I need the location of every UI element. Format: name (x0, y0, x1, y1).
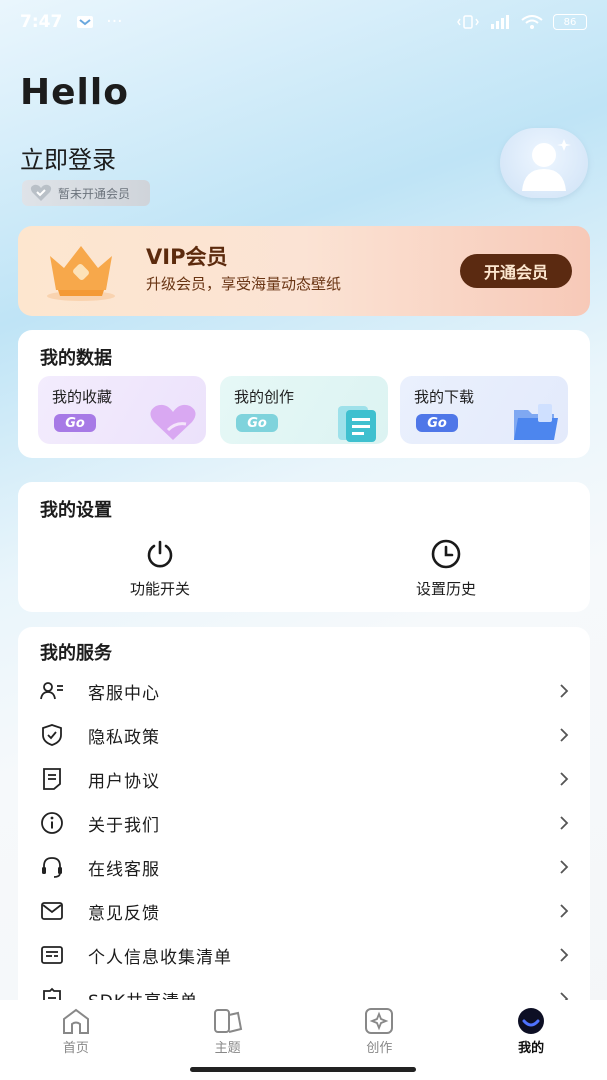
nav-theme-label: 主题 (214, 1040, 241, 1056)
mail-icon (41, 902, 63, 920)
go-badge: Go (416, 414, 458, 432)
chevron-right-icon (560, 772, 569, 786)
my-services-section: 我的服务 客服中心 隐私政策 用户协议 关于我们 在线客服 意见反馈 个人信息收… (18, 627, 590, 1047)
nav-create[interactable]: 创作 (304, 1007, 454, 1056)
service-item-about-us[interactable]: 关于我们 (40, 803, 570, 843)
home-icon (62, 1008, 89, 1034)
nav-home[interactable]: 首页 (1, 1007, 151, 1056)
status-time: 7:47 (20, 12, 63, 32)
chevron-right-icon (560, 904, 569, 918)
vip-crown-icon (47, 246, 115, 301)
id-card-icon (41, 946, 63, 964)
chevron-right-icon (560, 860, 569, 874)
profile-icon (518, 1007, 545, 1034)
service-label: 关于我们 (88, 815, 160, 836)
avatar[interactable] (500, 128, 588, 198)
nav-profile-label: 我的 (518, 1040, 545, 1056)
my-downloads-card[interactable]: 我的下载 Go (400, 376, 568, 444)
service-label: 客服中心 (88, 683, 160, 704)
nav-profile[interactable]: 我的 (456, 1007, 606, 1056)
bottom-navigation: 首页 主题 创作 我的 (0, 1000, 607, 1062)
chevron-right-icon (560, 684, 569, 698)
avatar-user-icon (522, 139, 571, 191)
my-data-section: 我的数据 我的收藏 Go 我的创作 Go 我的下载 Go (18, 330, 590, 458)
chevron-right-icon (560, 816, 569, 830)
service-label: 个人信息收集清单 (88, 947, 232, 968)
service-label: 用户协议 (88, 771, 160, 792)
status-bar: 7:47 ··· 86 (0, 0, 607, 44)
service-item-feedback[interactable]: 意见反馈 (40, 891, 570, 931)
folder-icon (514, 404, 558, 440)
notification-icon (77, 16, 94, 28)
nav-home-label: 首页 (62, 1040, 89, 1056)
battery-indicator: 86 (553, 14, 587, 30)
greeting-title: Hello (20, 72, 129, 113)
info-icon (41, 812, 63, 834)
power-icon (147, 540, 173, 568)
my-settings-section: 我的设置 功能开关 设置历史 (18, 482, 590, 612)
more-notifications: ··· (106, 12, 123, 32)
vip-subtitle: 升级会员，享受海量动态壁纸 (146, 275, 342, 293)
shield-check-icon (42, 724, 62, 746)
settings-history-button[interactable]: 设置历史 (376, 538, 516, 599)
chevron-right-icon (560, 948, 569, 962)
feature-toggle-label: 功能开关 (129, 580, 190, 598)
nav-theme[interactable]: 主题 (153, 1007, 303, 1056)
member-heart-icon (30, 184, 52, 201)
my-favorites-card[interactable]: 我的收藏 Go (38, 376, 206, 444)
chevron-right-icon (560, 728, 569, 742)
service-label: 隐私政策 (88, 727, 160, 748)
vip-banner[interactable]: VIP会员 升级会员，享受海量动态壁纸 开通会员 (18, 226, 590, 316)
vibrate-icon (457, 15, 479, 29)
home-indicator[interactable] (190, 1067, 416, 1072)
service-item-customer-center[interactable]: 客服中心 (40, 671, 570, 711)
go-badge: Go (236, 414, 278, 432)
service-label: 在线客服 (88, 859, 160, 880)
service-item-personal-info-list[interactable]: 个人信息收集清单 (40, 935, 570, 975)
feature-toggle-button[interactable]: 功能开关 (90, 538, 230, 599)
my-creations-card[interactable]: 我的创作 Go (220, 376, 388, 444)
service-item-online-support[interactable]: 在线客服 (40, 847, 570, 887)
wifi-icon (521, 15, 543, 29)
my-data-title: 我的数据 (40, 348, 112, 369)
document-stack-icon (338, 406, 376, 442)
nav-create-label: 创作 (366, 1040, 393, 1056)
clock-icon (431, 539, 461, 569)
signal-icon (491, 15, 509, 29)
service-item-user-agreement[interactable]: 用户协议 (40, 759, 570, 799)
theme-icon (213, 1008, 242, 1033)
open-membership-button[interactable]: 开通会员 (460, 254, 572, 288)
settings-history-label: 设置历史 (415, 580, 476, 598)
member-status-text: 暂未开通会员 (58, 186, 131, 201)
document-icon (43, 768, 61, 790)
my-settings-title: 我的设置 (40, 500, 112, 521)
member-status-badge: 暂未开通会员 (22, 180, 150, 206)
login-link[interactable]: 立即登录 (20, 140, 116, 175)
vip-title: VIP会员 (146, 245, 228, 269)
go-badge: Go (54, 414, 96, 432)
service-label: 意见反馈 (88, 903, 160, 924)
user-list-icon (40, 682, 63, 700)
service-item-privacy-policy[interactable]: 隐私政策 (40, 715, 570, 755)
heart-icon (150, 404, 196, 440)
my-services-title: 我的服务 (40, 643, 112, 664)
create-icon (365, 1007, 394, 1034)
headset-icon (42, 857, 62, 878)
